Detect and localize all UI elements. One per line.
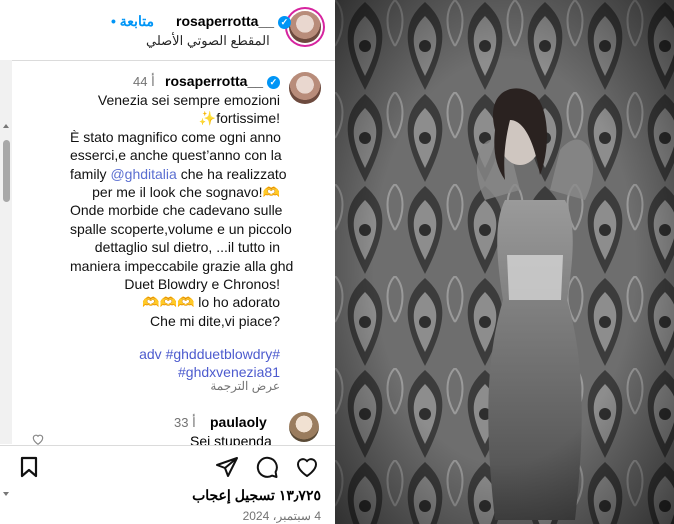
actions-divider (0, 445, 335, 446)
author-username[interactable]: rosaperrotta__ ✓ (176, 13, 291, 29)
post-header: rosaperrotta__ ✓ • متابعة المقطع الصوتي … (0, 0, 335, 61)
post-photo (335, 0, 674, 524)
caption-word: che ha realizzato (180, 165, 287, 182)
caption-line: esserci,e anche quest’anno con la (70, 147, 282, 164)
audio-label[interactable]: المقطع الصوتي الأصلي (146, 33, 270, 49)
caption-line: Duet Blowdry e Chronos! (124, 276, 280, 293)
see-translation-button[interactable]: عرض الترجمة (150, 379, 280, 393)
post-media[interactable] (335, 0, 674, 524)
caption-line: spalle scoperte,volume e un piccolo (70, 220, 292, 237)
caption-line: Che mi dite,vi piace? (150, 312, 280, 329)
caption-author-avatar[interactable] (289, 72, 321, 104)
comment-time[interactable]: 33 أ (174, 415, 196, 431)
caption-line: ✨fortissime! (198, 110, 280, 127)
author-username-text[interactable]: rosaperrotta__ (176, 13, 274, 29)
caption-text: Venezia sei sempre emozioni ✨fortissime!… (70, 91, 294, 330)
comment-username[interactable]: paulaoly (210, 414, 267, 430)
caption-line: È stato magnifico come ogni anno (70, 128, 281, 145)
caption-line: maniera impeccabile grazie alla ghd (70, 257, 294, 274)
heart-icon[interactable] (295, 455, 319, 479)
bookmark-icon[interactable] (17, 455, 41, 479)
caption-line: Onde morbide che cadevano sulle (70, 202, 283, 219)
likes-count[interactable]: ١٣٫٧٢٥ تسجيل إعجاب (192, 487, 321, 504)
mention-link[interactable]: @ghditalia (110, 166, 176, 182)
caption-line: 🫶🫶🫶 lo ho adorato (142, 294, 280, 311)
caption-line-mention: family @ghditalia che ha realizzato (70, 165, 287, 183)
caption-author-username[interactable]: rosaperrotta__ ✓ (165, 73, 280, 89)
caption-verified-icon: ✓ (266, 76, 280, 89)
scrollbar[interactable] (0, 60, 12, 496)
comment-avatar[interactable] (289, 412, 319, 442)
scroll-up-arrow-icon[interactable] (3, 124, 9, 128)
hashtag-link[interactable]: adv #ghdduetblowdry# (118, 345, 280, 363)
comment-text: Sei stupenda (190, 433, 272, 445)
scrollbar-thumb[interactable] (3, 140, 10, 202)
scroll-down-arrow-icon[interactable] (3, 492, 9, 496)
author-avatar[interactable] (289, 11, 321, 43)
caption-line: Venezia sei sempre emozioni (97, 92, 280, 108)
post-date[interactable]: 4 سبتمبر، 2024 (243, 509, 321, 523)
caption-line: dettaglio sul dietro, ...il tutto in (94, 239, 280, 256)
share-icon[interactable] (215, 455, 239, 479)
caption-author-text[interactable]: rosaperrotta__ (165, 73, 263, 89)
caption-line: per me il look che sognavo!🫶 (92, 184, 280, 201)
caption-word: family (70, 165, 107, 182)
post-panel: rosaperrotta__ ✓ • متابعة المقطع الصوتي … (0, 0, 335, 524)
caption-time[interactable]: 44 أ (133, 74, 155, 90)
comment-like-icon[interactable] (30, 432, 46, 446)
verified-icon: ✓ (277, 16, 291, 29)
follow-button[interactable]: • متابعة (111, 13, 154, 30)
comment-icon[interactable] (255, 455, 279, 479)
hashtags: adv #ghdduetblowdry# #ghdxvenezia81 (118, 345, 280, 381)
